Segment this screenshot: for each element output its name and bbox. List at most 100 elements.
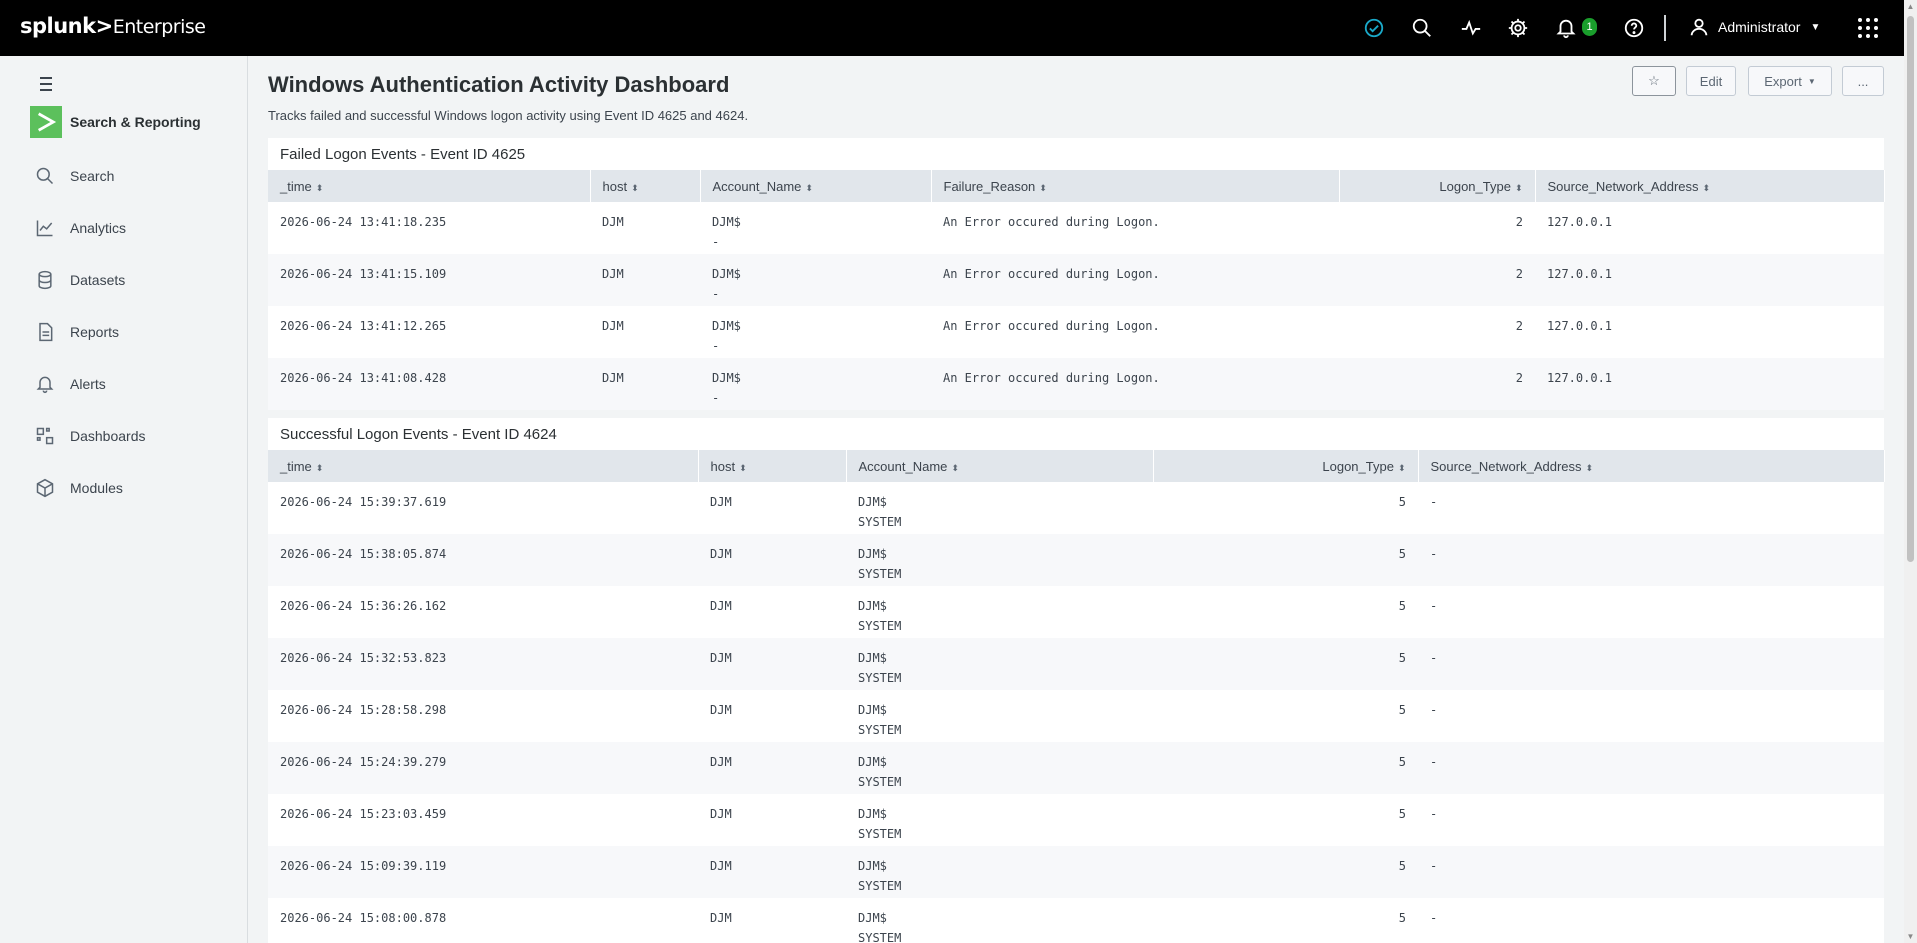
column-header-host[interactable]: host ⬍	[590, 170, 701, 202]
cell-logon-type: 5	[1153, 534, 1418, 586]
help-icon[interactable]	[1622, 16, 1646, 40]
column-header-failure-reason[interactable]: Failure_Reason ⬍	[931, 170, 1340, 202]
table-row[interactable]: 2026-06-24 15:24:39.279 DJM DJM$ SYSTEM 5-	[268, 742, 1884, 794]
panel-title: Successful Logon Events - Event ID 4624	[280, 426, 557, 443]
column-header-time[interactable]: _time ⬍	[268, 170, 591, 202]
sidebar-item-label: Analytics	[70, 220, 127, 236]
apps-grid-icon[interactable]	[1856, 16, 1880, 40]
health-check-icon[interactable]	[1362, 16, 1386, 40]
cell-account-name: DJM$ SYSTEM	[846, 482, 1153, 534]
sidebar-item-label: Dashboards	[70, 428, 146, 444]
panel-title: Failed Logon Events - Event ID 4625	[280, 146, 526, 163]
table-row[interactable]: 2026-06-24 15:08:00.878 DJM DJM$ SYSTEM 5-	[268, 898, 1884, 943]
table-row[interactable]: 2026-06-24 15:23:03.459 DJM DJM$ SYSTEM 5-	[268, 794, 1884, 846]
gear-icon[interactable]	[1506, 16, 1530, 40]
cell-host: DJM	[698, 898, 846, 943]
cell-source-address: -	[1418, 534, 1884, 586]
table-row[interactable]: 2026-06-24 15:36:26.162 DJM DJM$ SYSTEM 5-	[268, 586, 1884, 638]
star-icon: ☆	[1648, 73, 1660, 88]
sidebar-item-reports[interactable]: Reports	[34, 318, 119, 346]
splunk-logo[interactable]: splunk>Enterprise	[20, 14, 206, 38]
favorite-button[interactable]: ☆	[1632, 66, 1676, 96]
cell-time: 2026-06-24 15:24:39.279	[268, 742, 698, 794]
chevron-down-icon: ▼	[1807, 76, 1816, 86]
sidebar-item-alerts[interactable]: Alerts	[34, 370, 106, 398]
cell-source-address: -	[1418, 794, 1884, 846]
cell-time: 2026-06-24 13:41:18.235	[268, 202, 590, 254]
successful-logon-panel: Successful Logon Events - Event ID 4624 …	[268, 418, 1885, 943]
more-actions-button[interactable]: ...	[1842, 66, 1884, 96]
cell-failure-reason: An Error occured during Logon.	[931, 358, 1339, 410]
cell-failure-reason: An Error occured during Logon.	[931, 254, 1339, 306]
topbar-divider	[1664, 15, 1666, 41]
column-header-logon-type[interactable]: Logon_Type ⬍	[1339, 170, 1536, 202]
cell-logon-type: 2	[1339, 306, 1535, 358]
table-row[interactable]: 2026-06-24 15:28:58.298 DJM DJM$ SYSTEM 5-	[268, 690, 1884, 742]
sidebar-item-search[interactable]: Search	[34, 162, 114, 190]
app-logo[interactable]	[30, 106, 62, 138]
table-row[interactable]: 2026-06-24 13:41:15.109 DJM DJM$ - An Err…	[268, 254, 1884, 306]
cell-source-address: -	[1418, 690, 1884, 742]
cell-host: DJM	[698, 534, 846, 586]
cell-time: 2026-06-24 15:36:26.162	[268, 586, 698, 638]
column-header-account-name[interactable]: Account_Name ⬍	[700, 170, 932, 202]
cell-logon-type: 2	[1339, 254, 1535, 306]
user-menu[interactable]: Administrator ▼	[1688, 16, 1820, 38]
dashboard-description: Tracks failed and successful Windows log…	[268, 108, 749, 123]
sort-icon: ⬍	[805, 182, 813, 193]
table-row[interactable]: 2026-06-24 13:41:08.428 DJM DJM$ - An Err…	[268, 358, 1884, 410]
cell-account-name: DJM$ -	[700, 202, 931, 254]
cell-time: 2026-06-24 13:41:12.265	[268, 306, 590, 358]
table-header-row: _time ⬍ host ⬍ Account_Name ⬍ Failure_Reaso…	[268, 170, 1885, 202]
sidebar-item-dashboards[interactable]: Dashboards	[34, 422, 146, 450]
table-row[interactable]: 2026-06-24 15:32:53.823 DJM DJM$ SYSTEM 5-	[268, 638, 1884, 690]
cell-source-address: -	[1418, 586, 1884, 638]
sidebar-item-label: Modules	[70, 480, 123, 496]
scroll-thumb[interactable]	[1907, 16, 1914, 562]
search-icon[interactable]	[1410, 16, 1434, 40]
column-header-time[interactable]: _time ⬍	[268, 450, 699, 482]
sidebar-item-modules[interactable]: Modules	[34, 474, 123, 502]
cell-source-address: -	[1418, 638, 1884, 690]
cell-host: DJM	[590, 202, 700, 254]
table-row[interactable]: 2026-06-24 13:41:12.265 DJM DJM$ - An Err…	[268, 306, 1884, 358]
edit-button[interactable]: Edit	[1686, 66, 1736, 96]
cell-host: DJM	[698, 638, 846, 690]
column-header-account-name[interactable]: Account_Name ⬍	[846, 450, 1154, 482]
cell-account-name: DJM$ SYSTEM	[846, 534, 1153, 586]
cell-time: 2026-06-24 15:39:37.619	[268, 482, 698, 534]
sidebar-item-analytics[interactable]: Analytics	[34, 214, 126, 242]
table-row[interactable]: 2026-06-24 15:38:05.874 DJM DJM$ SYSTEM 5-	[268, 534, 1884, 586]
hamburger-menu-icon[interactable]	[36, 76, 56, 92]
notification-count-badge[interactable]: 1	[1582, 18, 1597, 36]
table-row[interactable]: 2026-06-24 13:41:18.235 DJM DJM$ - An Err…	[268, 202, 1884, 254]
scroll-down-icon[interactable]: ▼	[1906, 932, 1915, 941]
cell-account-name: DJM$ SYSTEM	[846, 898, 1153, 943]
column-header-host[interactable]: host ⬍	[698, 450, 847, 482]
cell-logon-type: 5	[1153, 690, 1418, 742]
column-header-source-network-address[interactable]: Source_Network_Address ⬍	[1535, 170, 1885, 202]
cell-account-name: DJM$ -	[700, 306, 931, 358]
search-icon	[34, 165, 56, 187]
cell-time: 2026-06-24 15:09:39.119	[268, 846, 698, 898]
export-button[interactable]: Export ▼	[1748, 66, 1832, 96]
cell-source-address: -	[1418, 482, 1884, 534]
table-row[interactable]: 2026-06-24 15:39:37.619 DJM DJM$ SYSTEM 5-	[268, 482, 1884, 534]
page-scrollbar[interactable]: ▲ ▼	[1904, 0, 1917, 943]
cell-host: DJM	[698, 794, 846, 846]
app-name[interactable]: Search & Reporting	[70, 114, 201, 130]
column-header-source-network-address[interactable]: Source_Network_Address ⬍	[1418, 450, 1885, 482]
cell-logon-type: 5	[1153, 638, 1418, 690]
cell-account-name: DJM$ SYSTEM	[846, 794, 1153, 846]
bell-icon[interactable]	[1554, 16, 1578, 40]
cell-host: DJM	[698, 846, 846, 898]
scroll-up-icon[interactable]: ▲	[1906, 2, 1915, 11]
cell-logon-type: 5	[1153, 846, 1418, 898]
cell-host: DJM	[590, 254, 700, 306]
column-header-logon-type[interactable]: Logon_Type ⬍	[1153, 450, 1419, 482]
cell-time: 2026-06-24 15:23:03.459	[268, 794, 698, 846]
table-row[interactable]: 2026-06-24 15:09:39.119 DJM DJM$ SYSTEM 5-	[268, 846, 1884, 898]
sidebar-item-datasets[interactable]: Datasets	[34, 266, 125, 294]
cell-logon-type: 2	[1339, 202, 1535, 254]
activity-icon[interactable]	[1459, 16, 1483, 40]
